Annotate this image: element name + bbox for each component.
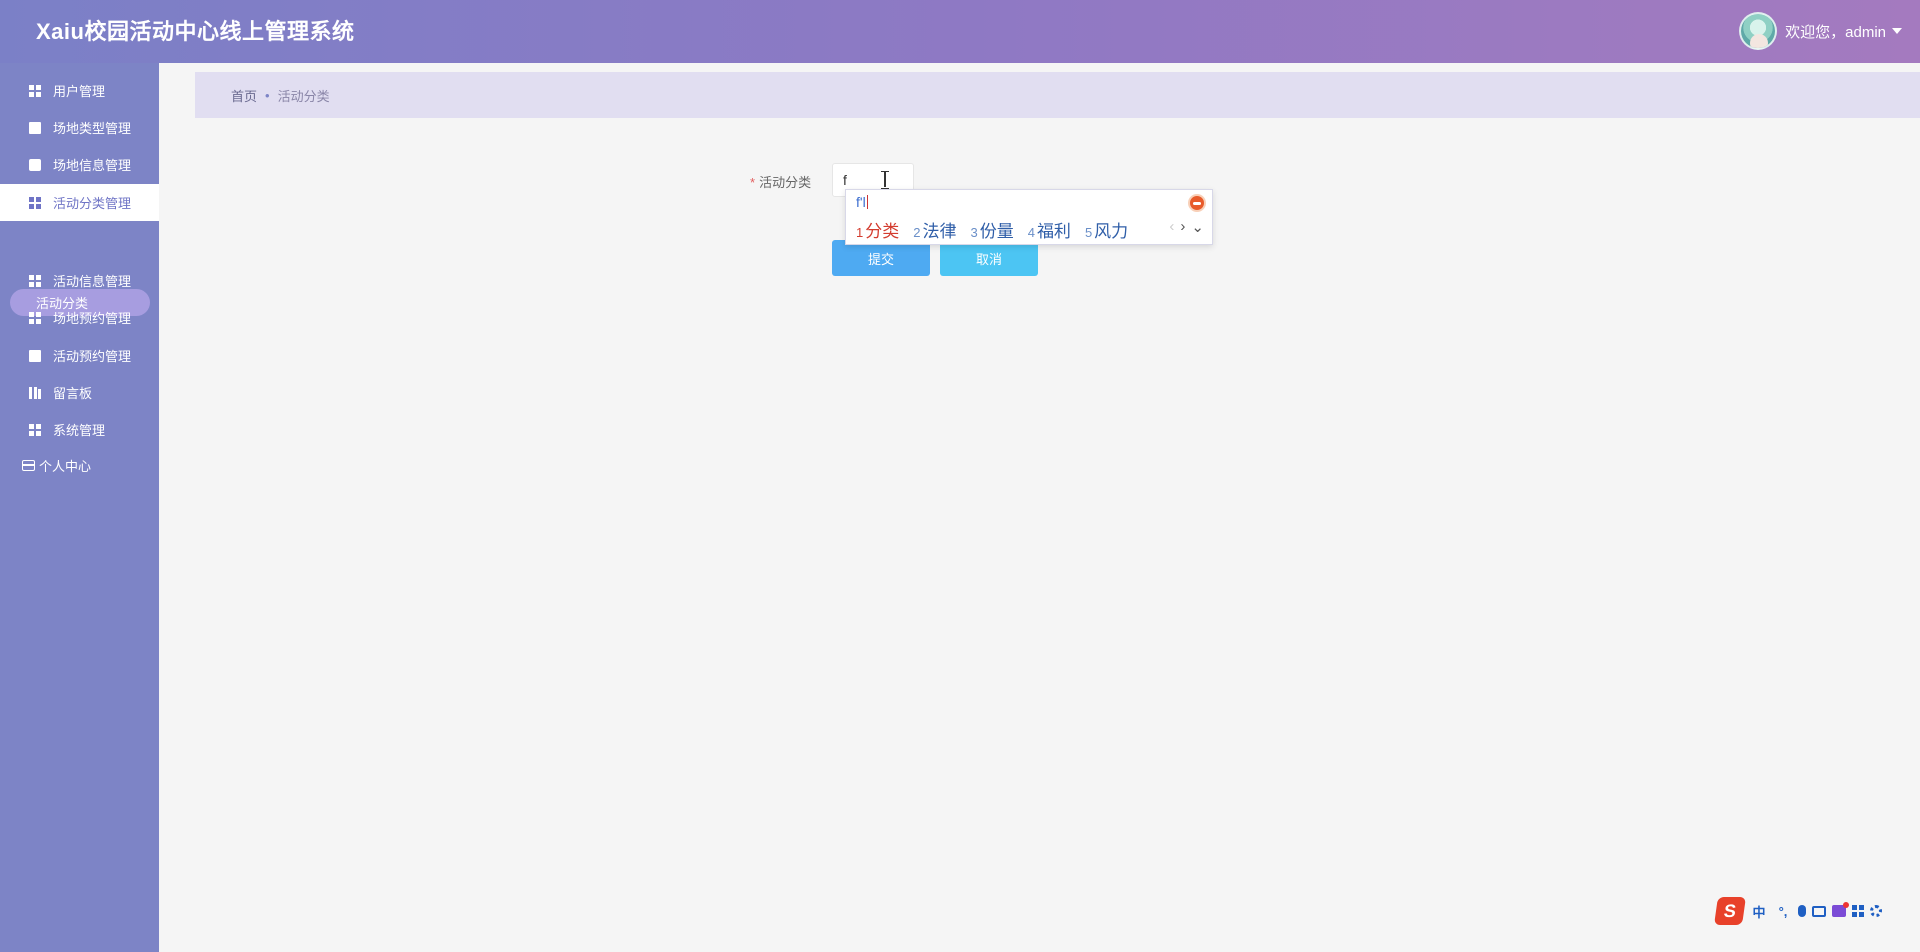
breadcrumb-home[interactable]: 首页: [231, 86, 257, 105]
form-label-text: 活动分类: [759, 175, 812, 190]
sidebar-item-label: 场地类型管理: [53, 121, 132, 136]
sidebar-item-label: 系统管理: [53, 423, 106, 438]
skin-icon[interactable]: [1832, 902, 1849, 917]
cancel-button[interactable]: 取消: [940, 240, 1038, 276]
candidate-text: 法律: [922, 222, 957, 241]
ime-toolbar: S 中 °,: [1714, 896, 1920, 926]
gear-icon[interactable]: [1870, 905, 1882, 917]
clipboard-icon: [29, 349, 41, 362]
grid-icon: [29, 84, 41, 97]
breadcrumb: 首页 • 活动分类: [195, 72, 1920, 118]
chevron-down-icon[interactable]: ⌄: [1191, 218, 1204, 236]
chevron-right-icon[interactable]: ›: [1180, 218, 1185, 236]
sidebar-item-label: 用户管理: [53, 84, 106, 99]
candidate-text: 分类: [865, 222, 900, 241]
chevron-down-icon[interactable]: [1892, 28, 1902, 34]
sogou-logo-icon[interactable]: S: [1714, 897, 1746, 925]
grid-icon: [29, 274, 41, 287]
ime-candidate[interactable]: 3 份量: [970, 217, 1013, 242]
sidebar-item-venue-info-management[interactable]: 场地信息管理: [0, 146, 159, 183]
sidebar: 用户管理 场地类型管理 场地信息管理 活动分类管理 活动分类 活动信息管理 场地…: [0, 63, 159, 952]
sidebar-item-label: 活动分类管理: [53, 196, 132, 211]
sidebar-item-personal-center[interactable]: 个人中心: [22, 456, 91, 475]
sidebar-item-user-management[interactable]: 用户管理: [0, 72, 159, 109]
microphone-icon[interactable]: [1798, 905, 1806, 917]
sidebar-item-label: 活动信息管理: [53, 274, 132, 289]
grid-icon: [29, 423, 41, 436]
chat-icon: [29, 158, 41, 171]
breadcrumb-current: 活动分类: [277, 88, 330, 104]
candidate-number: 3: [970, 225, 978, 240]
welcome-text[interactable]: 欢迎您，admin: [1785, 21, 1886, 42]
ime-pinyin: f'l: [856, 194, 866, 210]
ime-candidate-popup: f'l 1 分类 2 法律 3 份量 4 福利 5 风力 ‹ › ⌄: [845, 189, 1213, 245]
keyboard-icon[interactable]: [1812, 905, 1826, 917]
ime-candidates: 1 分类 2 法律 3 份量 4 福利 5 风力: [856, 217, 1142, 242]
sidebar-item-label: 场地预约管理: [53, 311, 132, 326]
candidate-text: 福利: [1036, 222, 1071, 241]
sidebar-item-label: 个人中心: [39, 459, 92, 474]
avatar[interactable]: [1739, 12, 1778, 50]
book-icon: [29, 386, 41, 399]
required-mark: *: [750, 175, 756, 190]
card-icon: [22, 460, 35, 471]
candidate-text: 份量: [979, 222, 1014, 241]
punctuation-toggle[interactable]: °,: [1774, 904, 1792, 919]
sidebar-item-label: 场地信息管理: [53, 158, 132, 173]
grid-icon: [29, 196, 41, 209]
ime-skin-icon[interactable]: [1188, 194, 1206, 212]
ime-nav: ‹ › ⌄: [1169, 218, 1204, 236]
app-title: Xaiu校园活动中心线上管理系统: [36, 19, 355, 44]
user-menu[interactable]: 欢迎您，admin: [1739, 12, 1902, 50]
sidebar-item-message-board[interactable]: 留言板: [0, 374, 159, 411]
top-header: Xaiu校园活动中心线上管理系统 欢迎您，admin: [0, 0, 1920, 63]
candidate-number: 2: [913, 225, 921, 240]
sidebar-item-venue-booking-management[interactable]: 场地预约管理: [0, 299, 159, 336]
text-cursor-icon: [881, 171, 889, 189]
candidate-number: 1: [856, 225, 864, 240]
sidebar-item-system-management[interactable]: 系统管理: [0, 411, 159, 448]
chevron-left-icon[interactable]: ‹: [1169, 218, 1174, 236]
sidebar-item-venue-type-management[interactable]: 场地类型管理: [0, 109, 159, 146]
candidate-text: 风力: [1094, 222, 1129, 241]
sidebar-item-activity-category-management[interactable]: 活动分类管理: [0, 184, 159, 221]
activity-category-label: * 活动分类: [750, 172, 811, 191]
language-toggle[interactable]: 中: [1750, 902, 1768, 921]
grid-icon[interactable]: [1852, 905, 1864, 917]
ime-candidate[interactable]: 5 风力: [1085, 217, 1128, 242]
clipboard-icon: [29, 121, 41, 134]
breadcrumb-separator: •: [265, 87, 270, 103]
grid-icon: [29, 311, 41, 324]
sidebar-item-activity-info-management[interactable]: 活动信息管理: [0, 262, 159, 299]
ime-candidate[interactable]: 2 法律: [913, 217, 956, 242]
ime-candidate[interactable]: 1 分类: [856, 217, 899, 242]
ime-candidate[interactable]: 4 福利: [1028, 217, 1071, 242]
submit-button[interactable]: 提交: [832, 240, 930, 276]
sidebar-item-label: 活动预约管理: [53, 349, 132, 364]
candidate-number: 5: [1084, 225, 1093, 240]
candidate-number: 4: [1027, 225, 1035, 240]
sidebar-item-activity-booking-management[interactable]: 活动预约管理: [0, 337, 159, 374]
sidebar-item-label: 留言板: [53, 386, 93, 401]
